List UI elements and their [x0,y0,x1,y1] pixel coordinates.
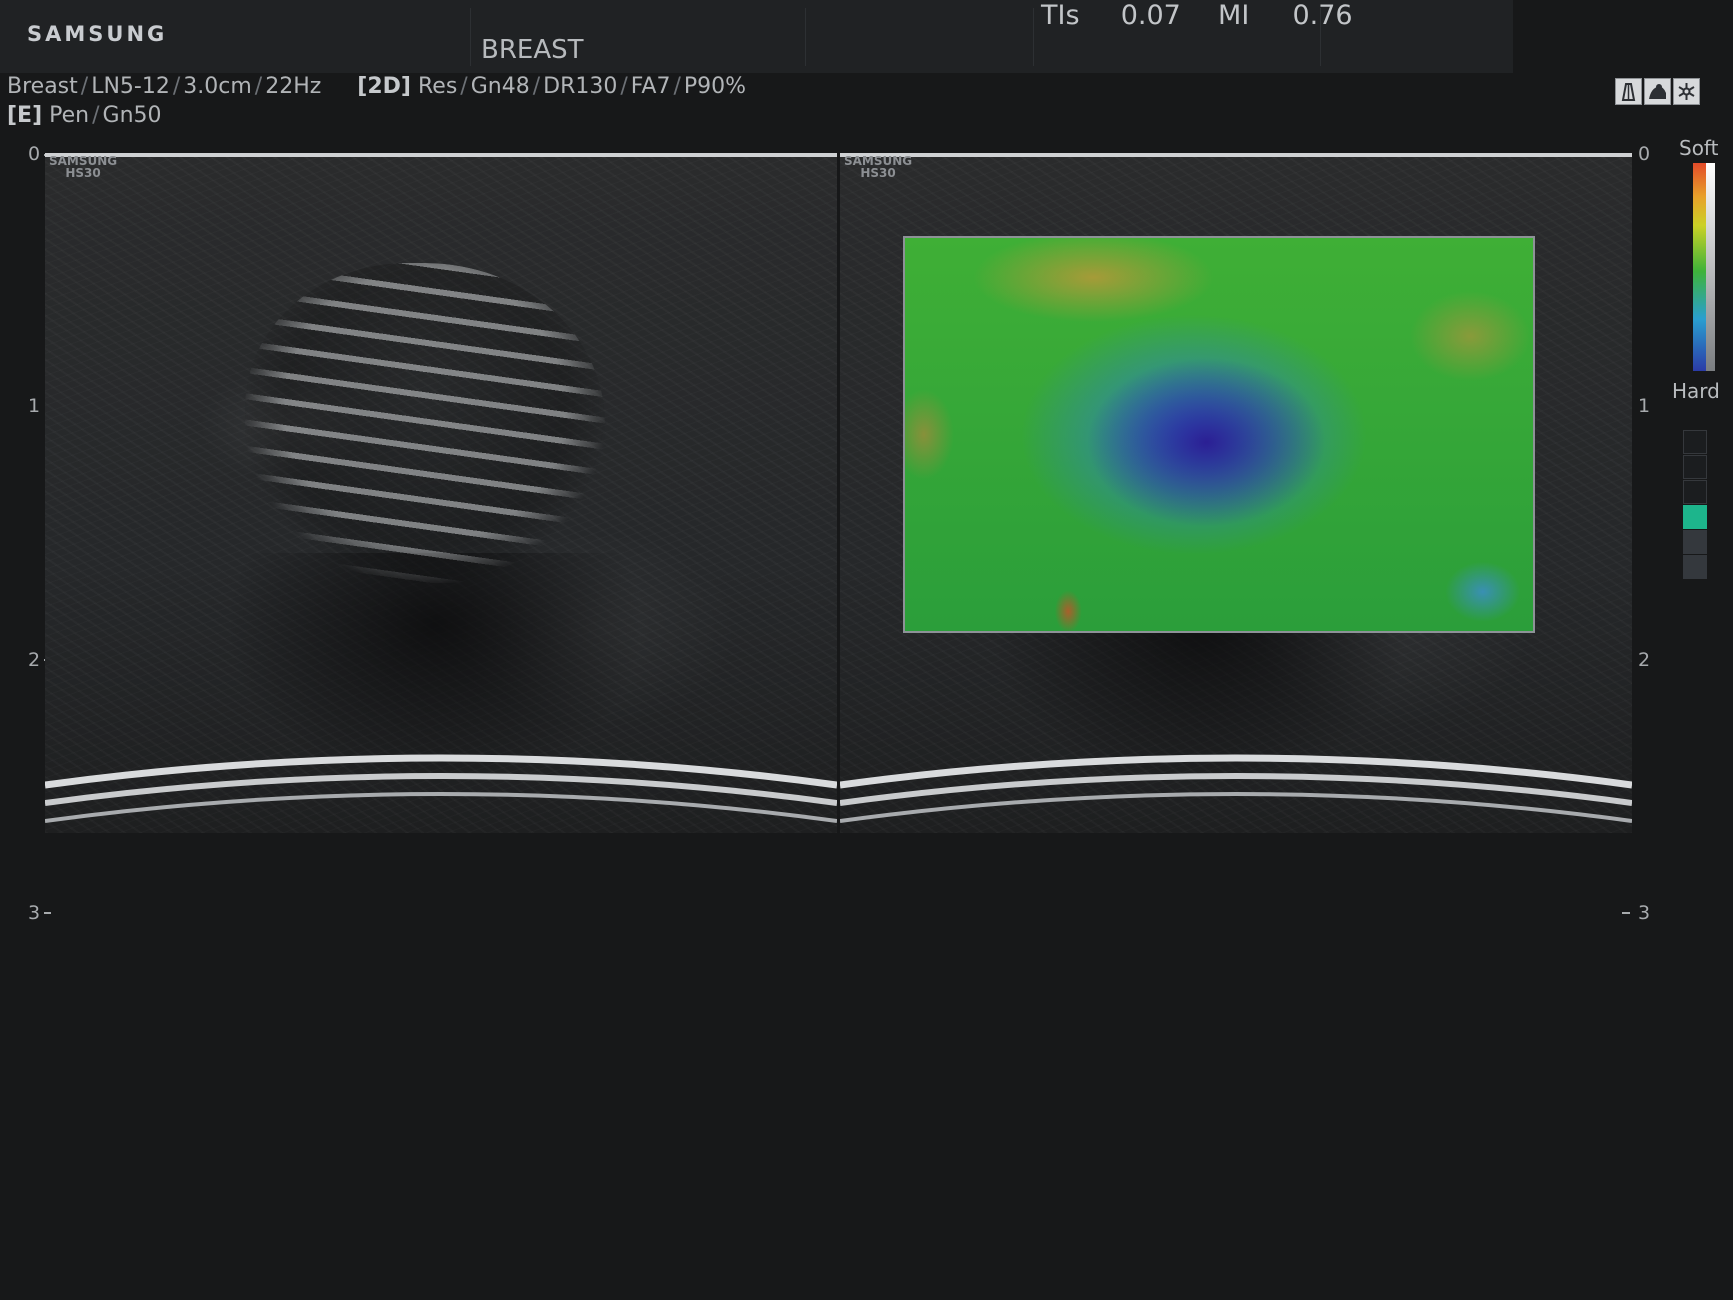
elasticity-color-bar [1693,163,1706,371]
scanner-watermark: SAMSUNG HS30 [49,155,117,179]
quality-slot [1683,530,1707,554]
quality-slot [1683,430,1707,454]
depth-label: 1 [1638,395,1651,417]
top-status-bar: SAMSUNG BREAST TIs 0.07 MI 0.76 [0,0,1513,73]
divider [805,8,806,66]
parameters-line-2d: Breast / LN5-12/3.0cm/22Hz [2D] Res / Gn48/D… [7,74,747,99]
param-res: Res [417,74,458,99]
reverberation-artifact [840,754,1632,823]
breast-lesion [245,263,605,583]
param-depth: 3.0cm [183,74,252,99]
probe-icon[interactable] [1615,78,1642,105]
divider [1033,8,1034,66]
snowflake-freeze-icon[interactable] [1673,78,1700,105]
param-power: P90% [683,74,747,99]
imaging-parameters: Breast / LN5-12/3.0cm/22Hz [2D] Res / Gn48/D… [7,72,746,130]
exam-preset[interactable]: BREAST [481,35,584,65]
param-e-gain: Gn50 [102,103,162,128]
mode-2d-label: [2D] [357,74,411,99]
grayscale-bar [1706,163,1715,371]
watermark-model: HS30 [65,166,101,180]
watermark-model: HS30 [860,166,896,180]
mode-e-label: [E] [7,103,43,128]
depth-scale-left: 0 1 2 3 [25,144,51,930]
bmode-image-panel[interactable]: SAMSUNG HS30 [45,153,837,833]
legend-hard-label: Hard [1672,379,1720,403]
brand-logo: SAMSUNG [27,22,168,46]
toolbar-icons [1615,78,1700,105]
depth-label: 3 [1638,902,1651,924]
depth-tick [44,912,51,914]
quality-slot [1683,455,1707,479]
depth-label: 1 [28,395,41,417]
tis-value: 0.07 [1120,0,1181,31]
depth-tick [1622,912,1630,914]
elastography-image-panel[interactable]: SAMSUNG HS30 [840,153,1632,833]
param-frame-avg: FA7 [630,74,671,99]
depth-label: 0 [1638,143,1651,165]
tis-label: TIs [1041,0,1080,31]
elastography-roi-box[interactable] [903,236,1535,633]
depth-label: 2 [1638,649,1651,671]
depth-label: 3 [28,902,41,924]
quality-slot [1683,555,1707,579]
depth-label: 0 [28,143,41,165]
skin-line [45,153,837,157]
param-gain: Gn48 [470,74,530,99]
quality-slot-active [1683,505,1707,529]
reverberation-artifact [45,754,837,823]
param-frame-rate: 22Hz [265,74,322,99]
param-dynamic-range: DR130 [543,74,618,99]
param-preset: Breast [7,74,78,99]
param-pen: Pen [49,103,90,128]
mi-value: 0.76 [1292,0,1353,31]
param-probe: LN5-12 [91,74,170,99]
mi-label: MI [1218,0,1250,31]
skin-line [840,153,1632,157]
parameters-line-elasto: [E] Pen / Gn50 [7,103,162,128]
body-mark-icon[interactable] [1644,78,1671,105]
elasto-quality-indicator [1683,430,1707,580]
divider [470,8,471,66]
depth-label: 2 [28,649,41,671]
quality-slot [1683,480,1707,504]
scanner-watermark: SAMSUNG HS30 [844,155,912,179]
thermal-mechanical-index: TIs 0.07 MI 0.76 [1041,0,1353,31]
legend-soft-label: Soft [1679,136,1719,160]
